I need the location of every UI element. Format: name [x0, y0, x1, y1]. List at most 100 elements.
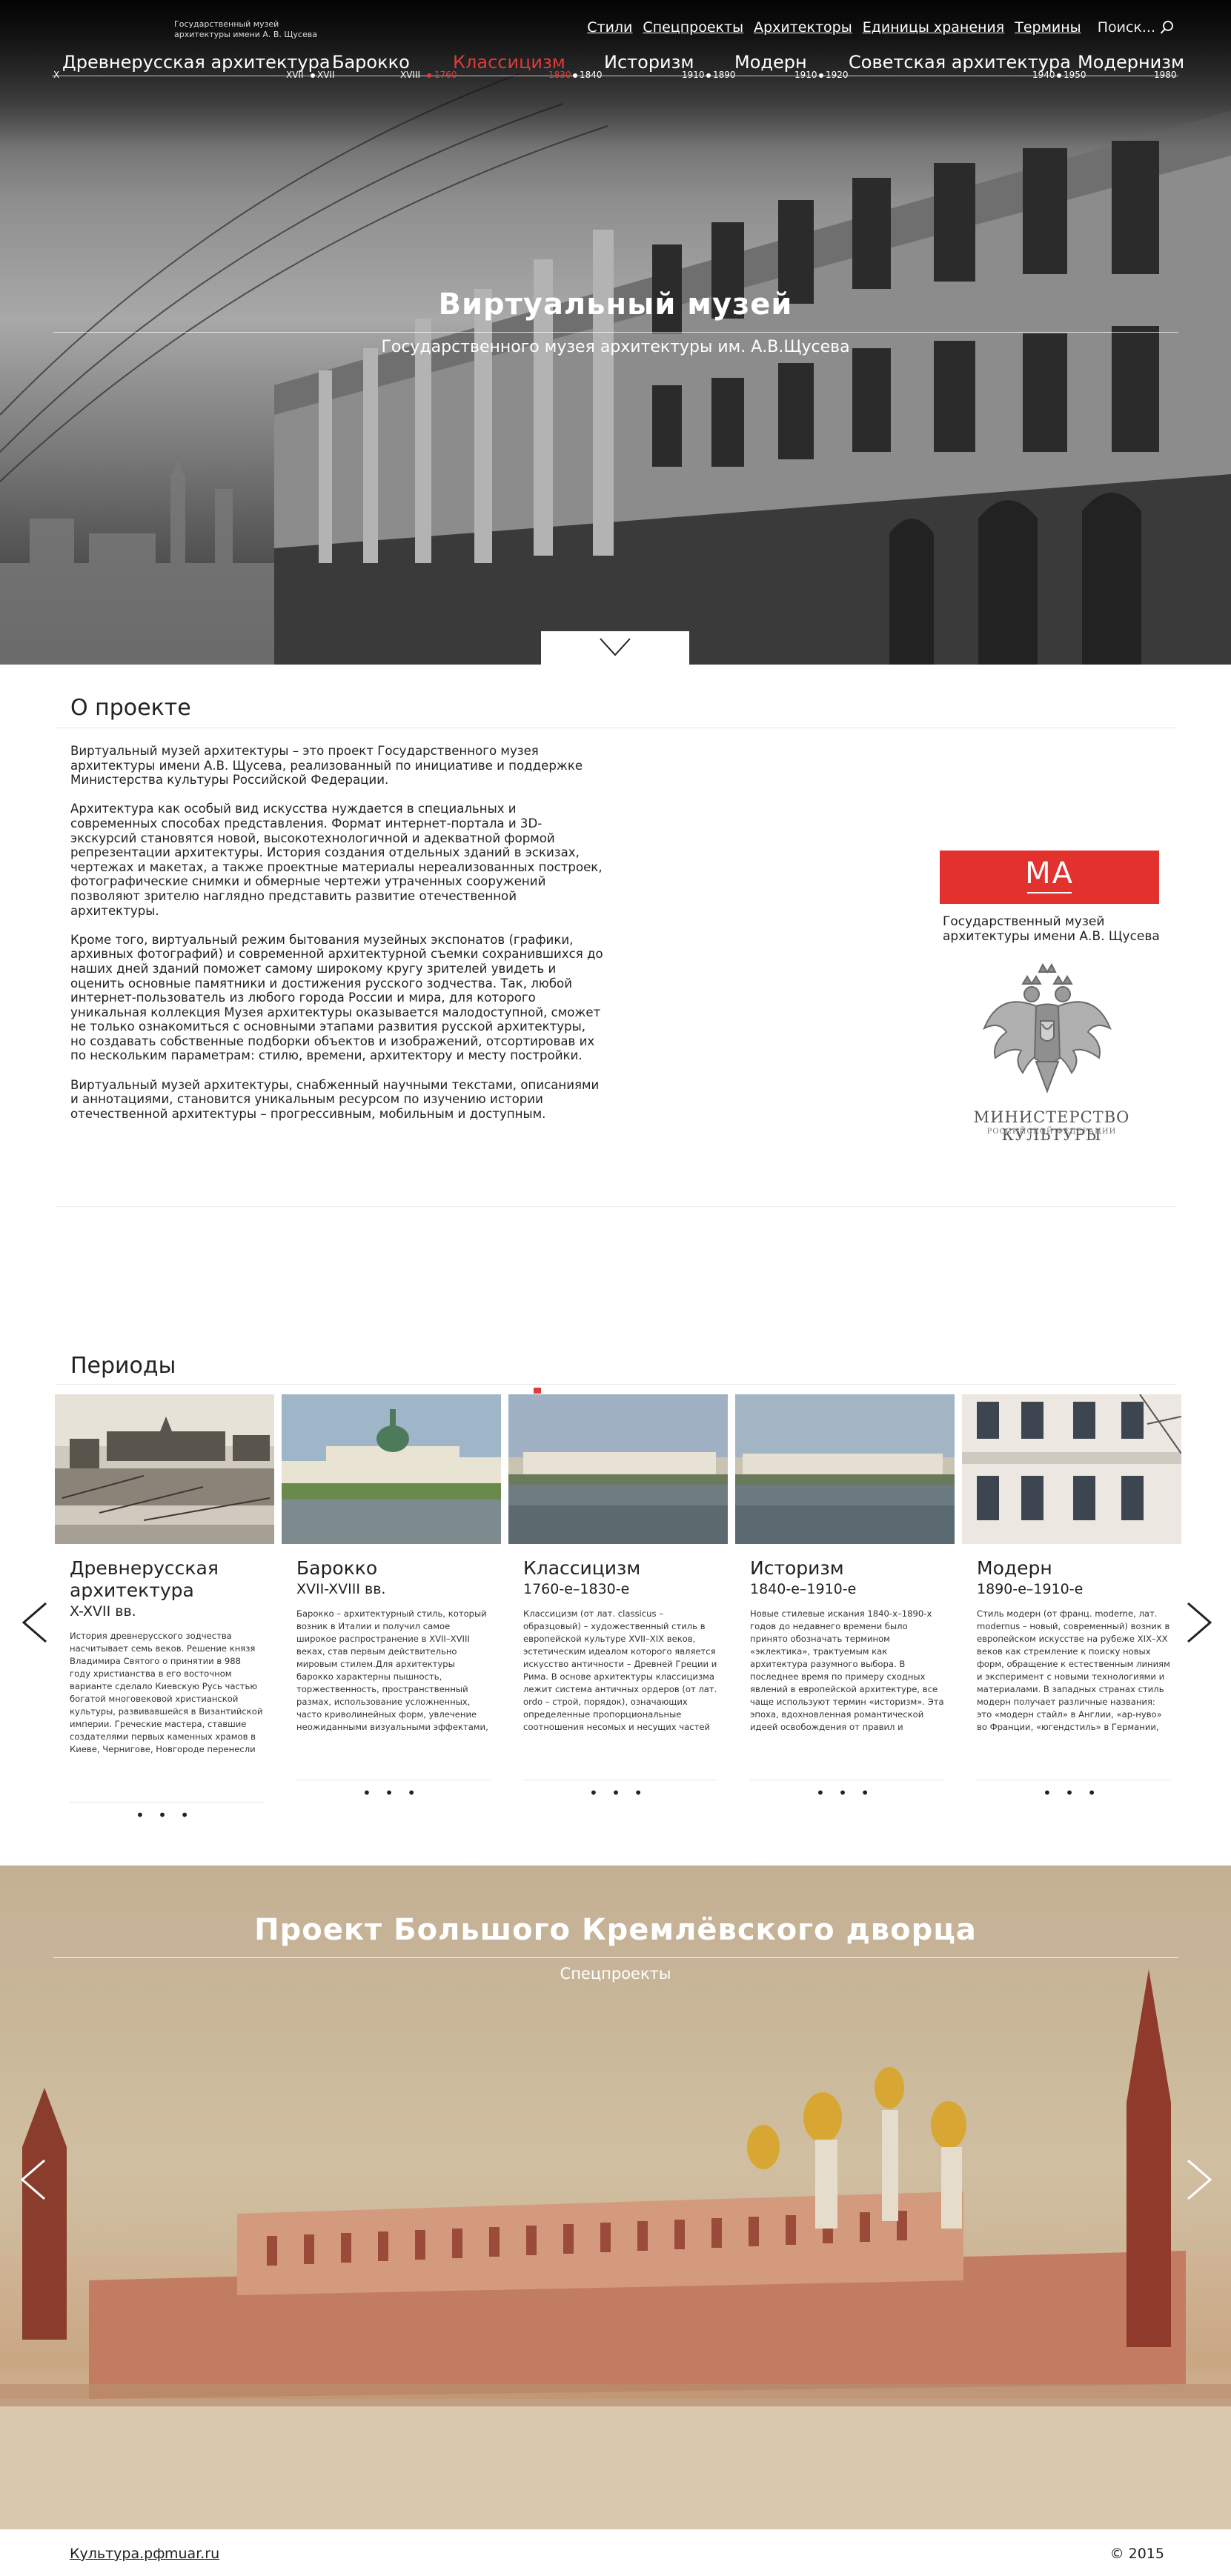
timeline-dot: [573, 73, 577, 78]
footer: Культура.рф muar.ru © 2015: [0, 2529, 1231, 2576]
period-image[interactable]: [962, 1394, 1181, 1544]
search-field[interactable]: Поиск...: [1098, 19, 1175, 36]
period-photo: [508, 1394, 728, 1544]
period-photo: [962, 1394, 1181, 1544]
hero-divider: [53, 332, 1178, 333]
special-project-title[interactable]: Проект Большого Кремлёвского дворца: [0, 1913, 1231, 1947]
about-paragraph: Кроме того, виртуальный режим бытования …: [70, 932, 603, 1063]
top-navigation: Стили Спецпроекты Архитекторы Единицы хр…: [587, 19, 1175, 36]
museum-ma-logo[interactable]: МА: [940, 851, 1159, 904]
timeline-item-historicism[interactable]: Историзм: [604, 52, 694, 73]
nav-terms[interactable]: Термины: [1015, 19, 1081, 36]
museum-caption-line2: архитектуры имени А.В. Щусева: [943, 929, 1160, 944]
logo-line1: Государственный музей: [174, 19, 279, 29]
period-description: Стиль модерн (от франц. moderne, лат. mo…: [977, 1608, 1170, 1732]
timeline-date: 1950: [1064, 70, 1086, 80]
timeline-date: 1940: [1032, 70, 1055, 80]
about-paragraph: Виртуальный музей архитектуры – это прое…: [70, 744, 583, 788]
timeline-date: 1760: [434, 70, 457, 80]
period-card-old-russian[interactable]: Древнерусская архитектура X-XVII вв. Ист…: [55, 1394, 274, 1831]
timeline-date: 1910: [682, 70, 705, 80]
timeline-date: X: [53, 70, 60, 80]
period-dates: 1890-е–1910-е: [977, 1581, 1084, 1597]
search-label[interactable]: Поиск...: [1098, 19, 1155, 36]
period-dates: 1760-е–1830-е: [523, 1581, 630, 1597]
logo-line2: архитектуры имени А. В. Щусева: [174, 30, 317, 39]
period-photo: [55, 1394, 274, 1544]
timeline-date: 1890: [713, 70, 736, 80]
nav-special-projects[interactable]: Спецпроекты: [643, 19, 743, 36]
period-card-classicism[interactable]: Классицизм 1760-е–1830-е Классицизм (от …: [508, 1394, 728, 1831]
hero-subtitle: Государственного музея архитектуры им. А…: [381, 338, 850, 356]
period-card-baroque[interactable]: Барокко XVII-XVIII вв. Барокко – архитек…: [282, 1394, 501, 1831]
about-paragraph: Виртуальный музей архитектуры, снабженны…: [70, 1077, 600, 1121]
special-project-subtitle[interactable]: Спецпроекты: [0, 1965, 1231, 1983]
timeline-dot: [427, 73, 431, 78]
period-description: Классицизм (от лат. classicus – образцов…: [523, 1608, 717, 1732]
period-name[interactable]: Древнерусская архитектура: [70, 1557, 262, 1602]
search-icon[interactable]: [1160, 20, 1175, 35]
period-image[interactable]: [55, 1394, 274, 1544]
footer-link-kultura[interactable]: Культура.рф: [70, 2546, 165, 2562]
nav-architects[interactable]: Архитекторы: [754, 19, 852, 36]
about-paragraph: Архитектура как особый вид искусства нуж…: [70, 802, 603, 918]
more-button[interactable]: • • •: [962, 1784, 1181, 1802]
more-button[interactable]: • • •: [508, 1784, 728, 1802]
period-photo: [735, 1394, 955, 1544]
card-divider: [70, 1802, 264, 1803]
timeline-item-baroque[interactable]: Барокко: [332, 52, 410, 73]
period-dates: 1840-е–1910-е: [750, 1581, 857, 1597]
timeline-date: XVIII: [400, 70, 421, 80]
period-card-modern[interactable]: Модерн 1890-е–1910-е Стиль модерн (от фр…: [962, 1394, 1181, 1831]
period-card-historicism[interactable]: Историзм 1840-е–1910-е Новые стилевые ис…: [735, 1394, 955, 1831]
nav-storage-units[interactable]: Единицы хранения: [863, 19, 1005, 36]
timeline-date: 1910: [794, 70, 817, 80]
ma-logo-text: МА: [1025, 856, 1074, 891]
periods-divider: [56, 1384, 1176, 1385]
special-project-banner[interactable]: Проект Большого Кремлёвского дворца Спец…: [0, 1866, 1231, 2529]
period-description: Новые стилевые искания 1840-х–1890-х год…: [750, 1608, 944, 1732]
hero-title: Виртуальный музей: [438, 287, 793, 322]
period-name[interactable]: Историзм: [750, 1557, 943, 1580]
period-name[interactable]: Классицизм: [523, 1557, 716, 1580]
timeline-dot: [1057, 73, 1061, 78]
scroll-down-button[interactable]: [541, 631, 689, 665]
period-photo: [282, 1394, 501, 1544]
museum-logo[interactable]: Государственный музей архитектуры имени …: [174, 19, 322, 40]
about-text: Виртуальный музей архитектуры – это прое…: [70, 744, 604, 1136]
timeline-dot: [311, 73, 315, 78]
more-button[interactable]: • • •: [282, 1784, 501, 1802]
ministry-subtitle: РОССИЙСКОЙ ФЕДЕРАЦИИ: [986, 1128, 1117, 1136]
chevron-down-icon[interactable]: [599, 637, 631, 658]
period-dates: X-XVII вв.: [70, 1603, 136, 1620]
footer-link-muar[interactable]: muar.ru: [165, 2546, 219, 2562]
periods-slider-marker: [534, 1388, 541, 1394]
more-button[interactable]: • • •: [55, 1806, 274, 1824]
timeline-date: 1840: [580, 70, 603, 80]
period-image[interactable]: [282, 1394, 501, 1544]
museum-caption-line1: Государственный музей: [943, 914, 1105, 929]
footer-copyright: © 2015: [1109, 2546, 1164, 2562]
period-image[interactable]: [735, 1394, 955, 1544]
arrow-left-icon[interactable]: [21, 1602, 50, 1643]
arrow-right-icon[interactable]: [1184, 2159, 1213, 2200]
more-button[interactable]: • • •: [735, 1784, 955, 1802]
about-bottom-divider: [56, 1206, 1176, 1207]
timeline-date: XVII: [286, 70, 304, 80]
periods-title: Периоды: [70, 1353, 176, 1379]
arrow-right-icon[interactable]: [1184, 1602, 1213, 1643]
about-title: О проекте: [70, 695, 191, 721]
periods-timeline-nav: Древнерусская архитектура Барокко Класси…: [52, 52, 1184, 87]
eagle-emblem-icon[interactable]: [977, 962, 1118, 1102]
timeline-date: XVII: [317, 70, 335, 80]
timeline-date: 1920: [826, 70, 849, 80]
period-image[interactable]: [508, 1394, 728, 1544]
special-project-divider: [53, 1957, 1178, 1958]
arrow-left-icon[interactable]: [19, 2159, 49, 2200]
period-name[interactable]: Модерн: [977, 1557, 1169, 1580]
period-name[interactable]: Барокко: [296, 1557, 489, 1580]
nav-styles[interactable]: Стили: [587, 19, 632, 36]
museum-caption: Государственный музей архитектуры имени …: [943, 914, 1165, 944]
ma-logo-underline: [1027, 892, 1072, 893]
timeline-dot: [706, 73, 711, 78]
